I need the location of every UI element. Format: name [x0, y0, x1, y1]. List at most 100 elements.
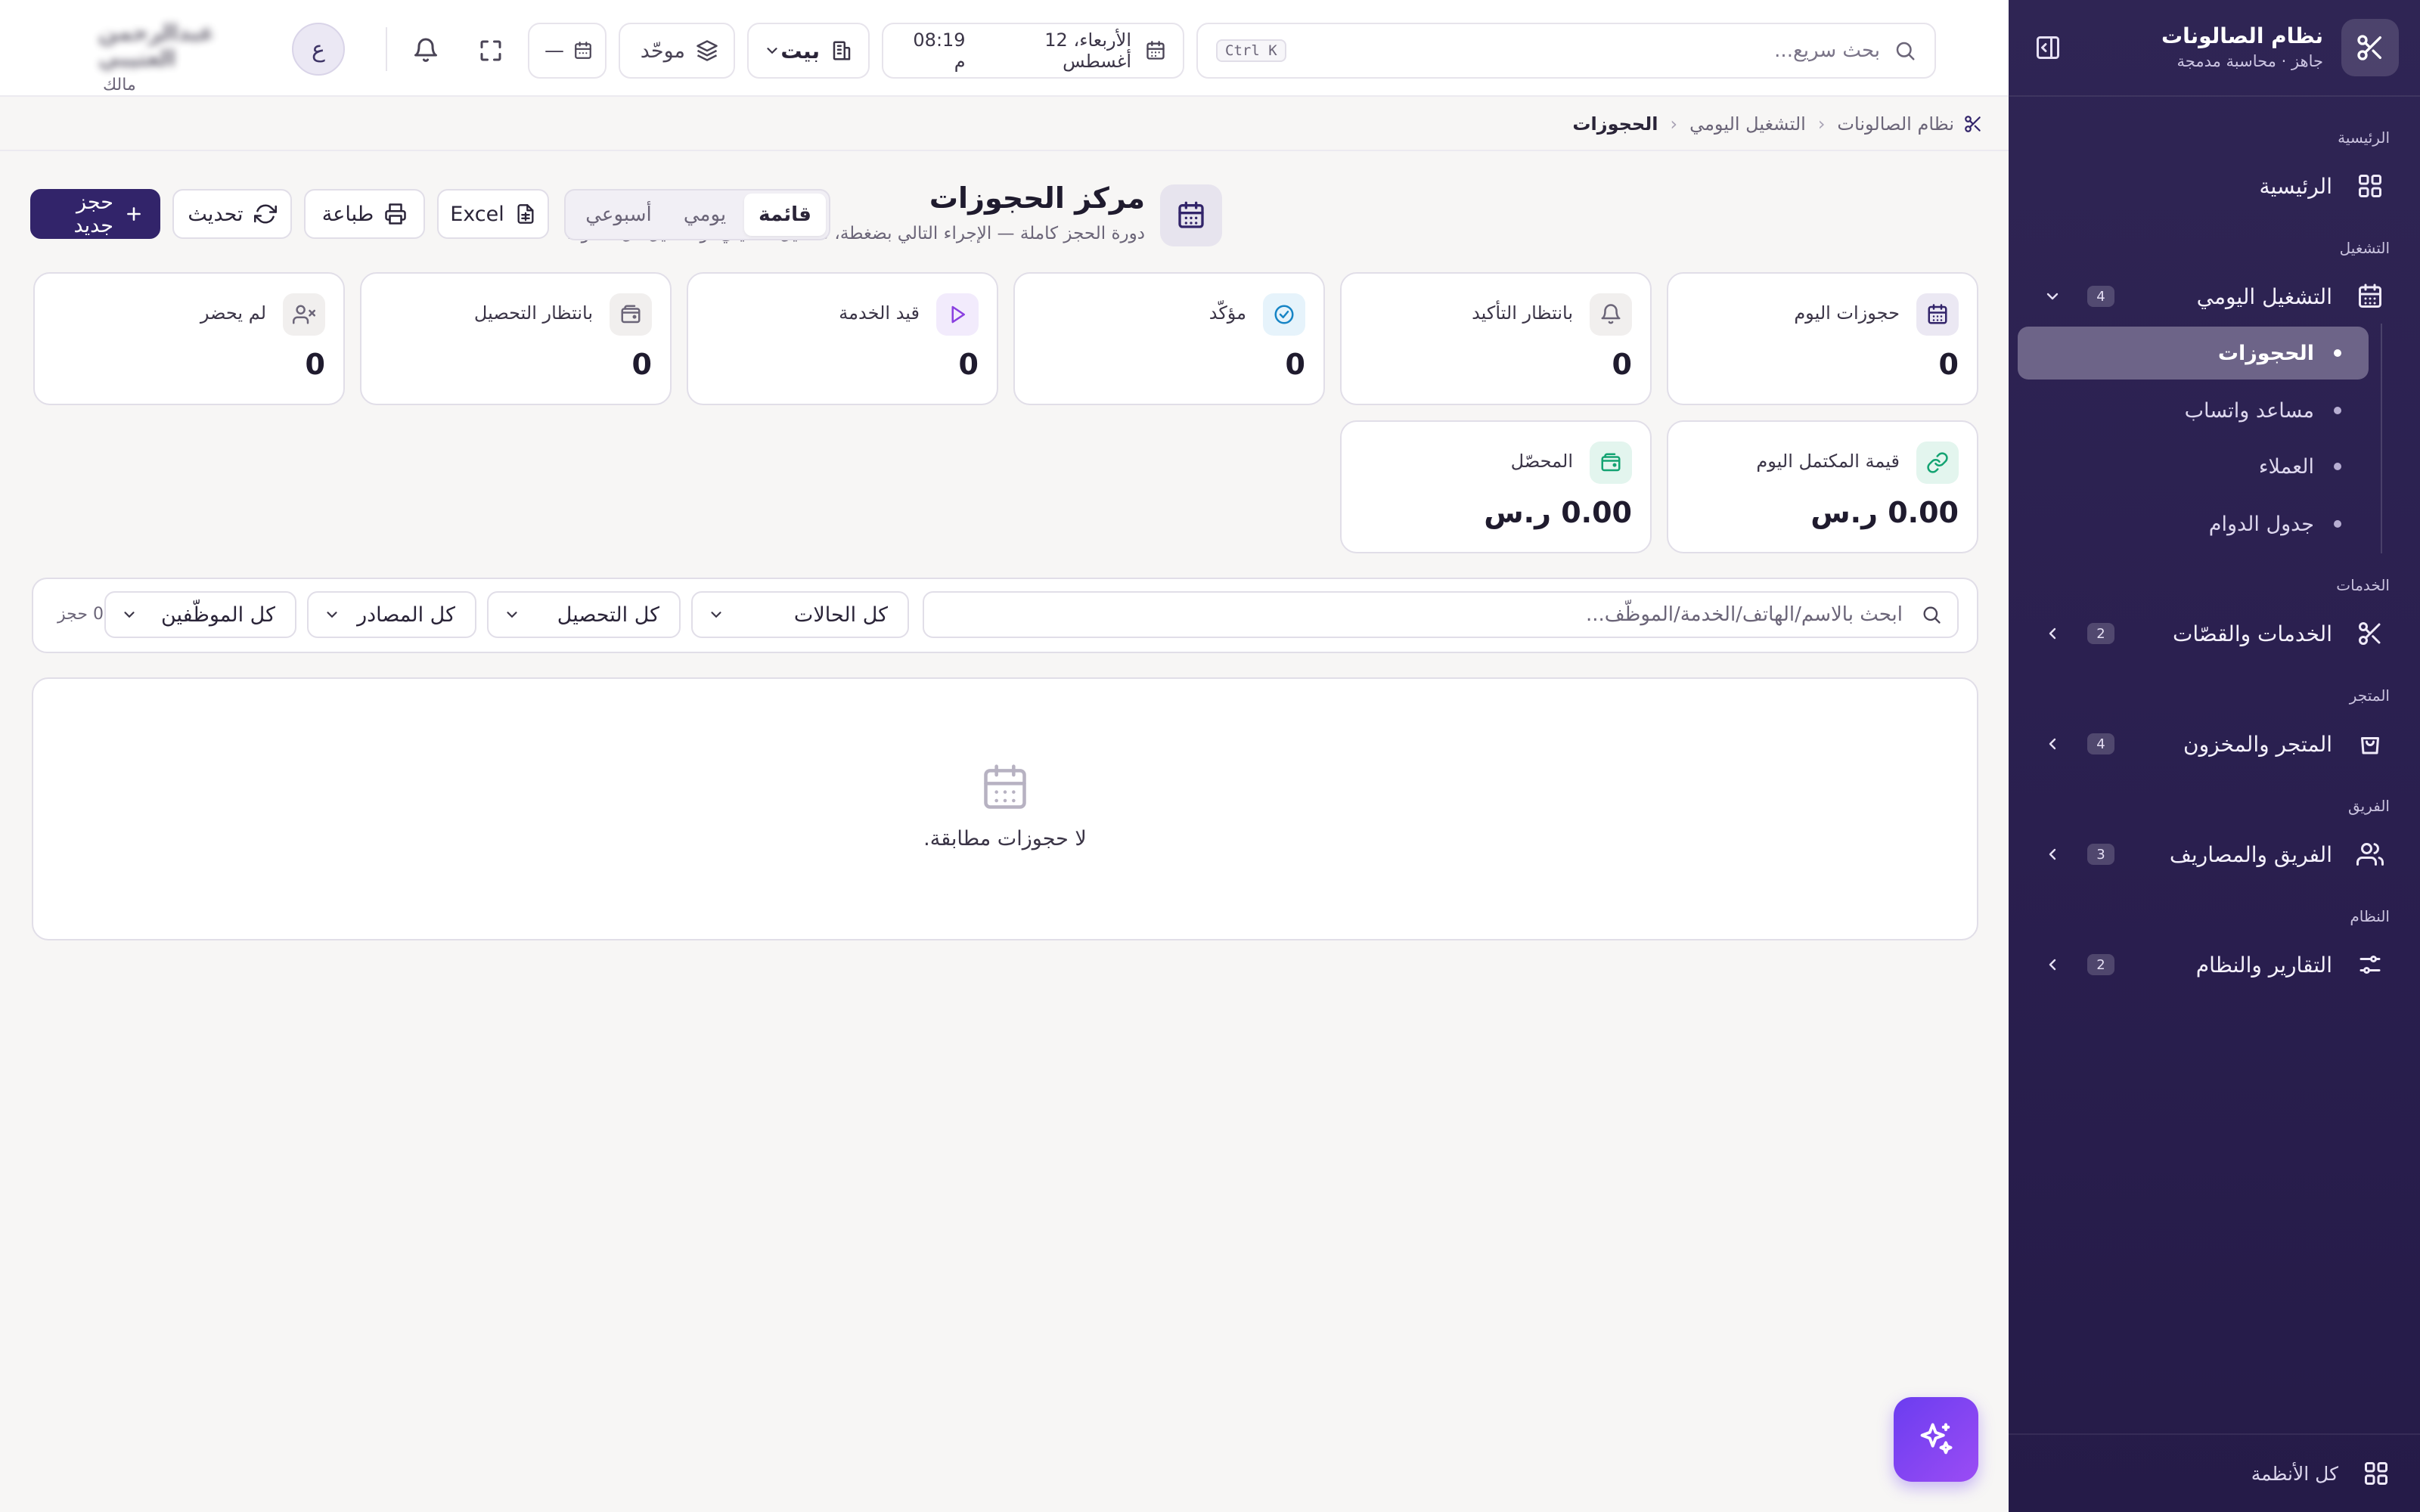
panel-toggle-icon — [2037, 36, 2059, 59]
apps-grid-icon — [2363, 1460, 2390, 1487]
calendar-icon — [573, 41, 593, 60]
brand-subtitle: جاهز · محاسبة مدمجة — [2176, 52, 2323, 70]
stat-label: المحصّل — [1510, 451, 1573, 472]
notifications-button[interactable] — [401, 26, 451, 76]
chevron-down-icon — [121, 606, 138, 623]
section-label-system: النظام — [2350, 907, 2390, 925]
all-systems-link[interactable]: كل الأنظمة — [2009, 1433, 2420, 1512]
sidebar-item-label: الخدمات والقصّات — [2172, 621, 2332, 646]
chevron-left-icon: ‹ — [1670, 113, 1678, 135]
count-badge: 4 — [2087, 733, 2114, 754]
sidebar: نظام الصالونات جاهز · محاسبة مدمجة الرئي… — [2009, 0, 2420, 1512]
button-label: تحديث — [188, 202, 244, 226]
sidebar-subitem-label: جدول الدوام — [2208, 512, 2314, 536]
stat-label: حجوزات اليوم — [1794, 302, 1900, 324]
stat-card-no-show[interactable]: لم يحضر 0 — [33, 272, 345, 405]
source-filter-select[interactable]: كل المصادر — [307, 591, 476, 638]
date-text: الأربعاء، 12 أغسطس — [1044, 29, 1131, 72]
filter-bar: ابحث بالاسم/الهاتف/الخدمة/الموظّف... كل … — [32, 578, 1978, 653]
chevron-down-icon[interactable] — [2042, 286, 2063, 307]
date-picker-value: — — [544, 39, 564, 62]
refresh-button[interactable]: تحديث — [172, 189, 292, 239]
stat-value: 0 — [1938, 348, 1959, 381]
sidebar-subitem-clients[interactable]: العملاء — [2018, 440, 2369, 493]
sidebar-item-label: المتجر والمخزون — [2183, 731, 2332, 757]
fullscreen-button[interactable] — [466, 26, 516, 76]
print-button[interactable]: طباعة — [304, 189, 425, 239]
select-value: كل الحالات — [793, 603, 888, 627]
global-search[interactable]: بحث سريع... Ctrl K — [1196, 23, 1936, 79]
sidebar-item-store[interactable]: المتجر والمخزون 4 — [2030, 717, 2399, 771]
collapse-sidebar-button[interactable] — [2027, 26, 2069, 69]
building-icon — [830, 39, 853, 62]
stat-value: 0 — [958, 348, 979, 381]
unified-view-toggle[interactable]: موحّد — [619, 23, 735, 79]
stat-card-today-bookings[interactable]: حجوزات اليوم 0 — [1667, 272, 1978, 405]
tab-daily[interactable]: يومي — [666, 194, 744, 236]
wallet-icon — [610, 293, 652, 336]
chevron-down-icon — [764, 42, 780, 59]
bullet-icon — [2334, 349, 2341, 357]
stat-card-collected[interactable]: المحصّل 0.00 ر.س — [1340, 420, 1652, 553]
play-icon — [936, 293, 979, 336]
search-placeholder: بحث سريع... — [1774, 39, 1880, 62]
sidebar-subitem-schedule[interactable]: جدول الدوام — [2018, 497, 2369, 550]
sidebar-item-daily-ops[interactable]: التشغيل اليومي 4 — [2030, 269, 2399, 324]
user-name: عبدالرحمن العتيبي — [98, 20, 215, 71]
calendar-icon — [979, 762, 1031, 813]
stat-card-pending-payment[interactable]: بانتظار التحصيل 0 — [360, 272, 672, 405]
count-badge: 4 — [2087, 286, 2114, 307]
sidebar-item-team[interactable]: الفريق والمصاريف 3 — [2030, 827, 2399, 881]
sidebar-item-label: الفريق والمصاريف — [2169, 841, 2332, 867]
date-picker[interactable]: — — [528, 23, 607, 79]
stat-card-completed-value[interactable]: قيمة المكتمل اليوم 0.00 ر.س — [1667, 420, 1978, 553]
select-value: كل الموظّفين — [160, 603, 275, 627]
stat-value: 0 — [1612, 348, 1632, 381]
breadcrumb-current: الحجوزات — [1572, 113, 1658, 135]
bullet-icon — [2334, 407, 2341, 414]
tab-weekly[interactable]: أسبوعي — [572, 194, 666, 236]
sidebar-subitem-bookings[interactable]: الحجوزات — [2018, 327, 2369, 380]
payment-filter-select[interactable]: كل التحصيل — [487, 591, 681, 638]
stat-card-confirmed[interactable]: مؤكّد 0 — [1013, 272, 1325, 405]
chevron-left-icon[interactable] — [2042, 623, 2063, 644]
brand: نظام الصالونات جاهز · محاسبة مدمجة — [2069, 23, 2323, 73]
users-icon — [2353, 838, 2387, 871]
breadcrumb: نظام الصالونات ‹ التشغيل اليومي ‹ الحجوز… — [0, 98, 2009, 151]
avatar[interactable]: ع — [292, 23, 345, 76]
sidebar-item-label: الرئيسية — [2259, 173, 2332, 199]
staff-filter-select[interactable]: كل الموظّفين — [104, 591, 296, 638]
chevron-left-icon[interactable] — [2042, 844, 2063, 865]
sidebar-item-services[interactable]: الخدمات والقصّات 2 — [2030, 606, 2399, 661]
stat-label: قيد الخدمة — [839, 302, 920, 324]
breadcrumb-section[interactable]: التشغيل اليومي — [1689, 113, 1806, 135]
chevron-left-icon[interactable] — [2042, 733, 2063, 754]
branch-select[interactable]: بيت — [747, 23, 870, 79]
export-excel-button[interactable]: Excel — [437, 189, 549, 239]
button-label: Excel — [450, 202, 504, 226]
new-booking-button[interactable]: حجز جديد — [30, 189, 160, 239]
sidebar-subitem-label: العملاء — [2258, 454, 2314, 479]
count-badge: 2 — [2087, 623, 2114, 644]
status-filter-select[interactable]: كل الحالات — [691, 591, 909, 638]
section-label-team: الفريق — [2347, 797, 2390, 815]
chevron-down-icon — [708, 606, 724, 623]
sidebar-item-reports[interactable]: التقارير والنظام 2 — [2030, 937, 2399, 992]
tab-list[interactable]: قائمة — [744, 194, 826, 236]
stat-card-pending-confirm[interactable]: بانتظار التأكيد 0 — [1340, 272, 1652, 405]
scissors-icon — [1963, 114, 1983, 134]
chevron-left-icon[interactable] — [2042, 954, 2063, 975]
stat-card-in-service[interactable]: قيد الخدمة 0 — [687, 272, 998, 405]
sidebar-subitem-whatsapp[interactable]: مساعد واتساب — [2018, 384, 2369, 437]
topbar: بحث سريع... Ctrl K الأربعاء، 12 أغسطس 08… — [0, 0, 2009, 97]
result-count: 0 حجز — [57, 605, 104, 624]
breadcrumb-root[interactable]: نظام الصالونات — [1837, 113, 1954, 135]
ai-assistant-button[interactable] — [1894, 1397, 1978, 1482]
count-badge: 3 — [2087, 844, 2114, 865]
stat-value: 0.00 ر.س — [1484, 496, 1632, 529]
bookings-search-input[interactable]: ابحث بالاسم/الهاتف/الخدمة/الموظّف... — [923, 591, 1959, 638]
user-info[interactable]: عبدالرحمن العتيبي مالك — [50, 20, 277, 94]
count-badge: 2 — [2087, 954, 2114, 975]
sidebar-item-home[interactable]: الرئيسية — [2030, 159, 2399, 213]
time-text: 08:19 م — [913, 29, 966, 72]
